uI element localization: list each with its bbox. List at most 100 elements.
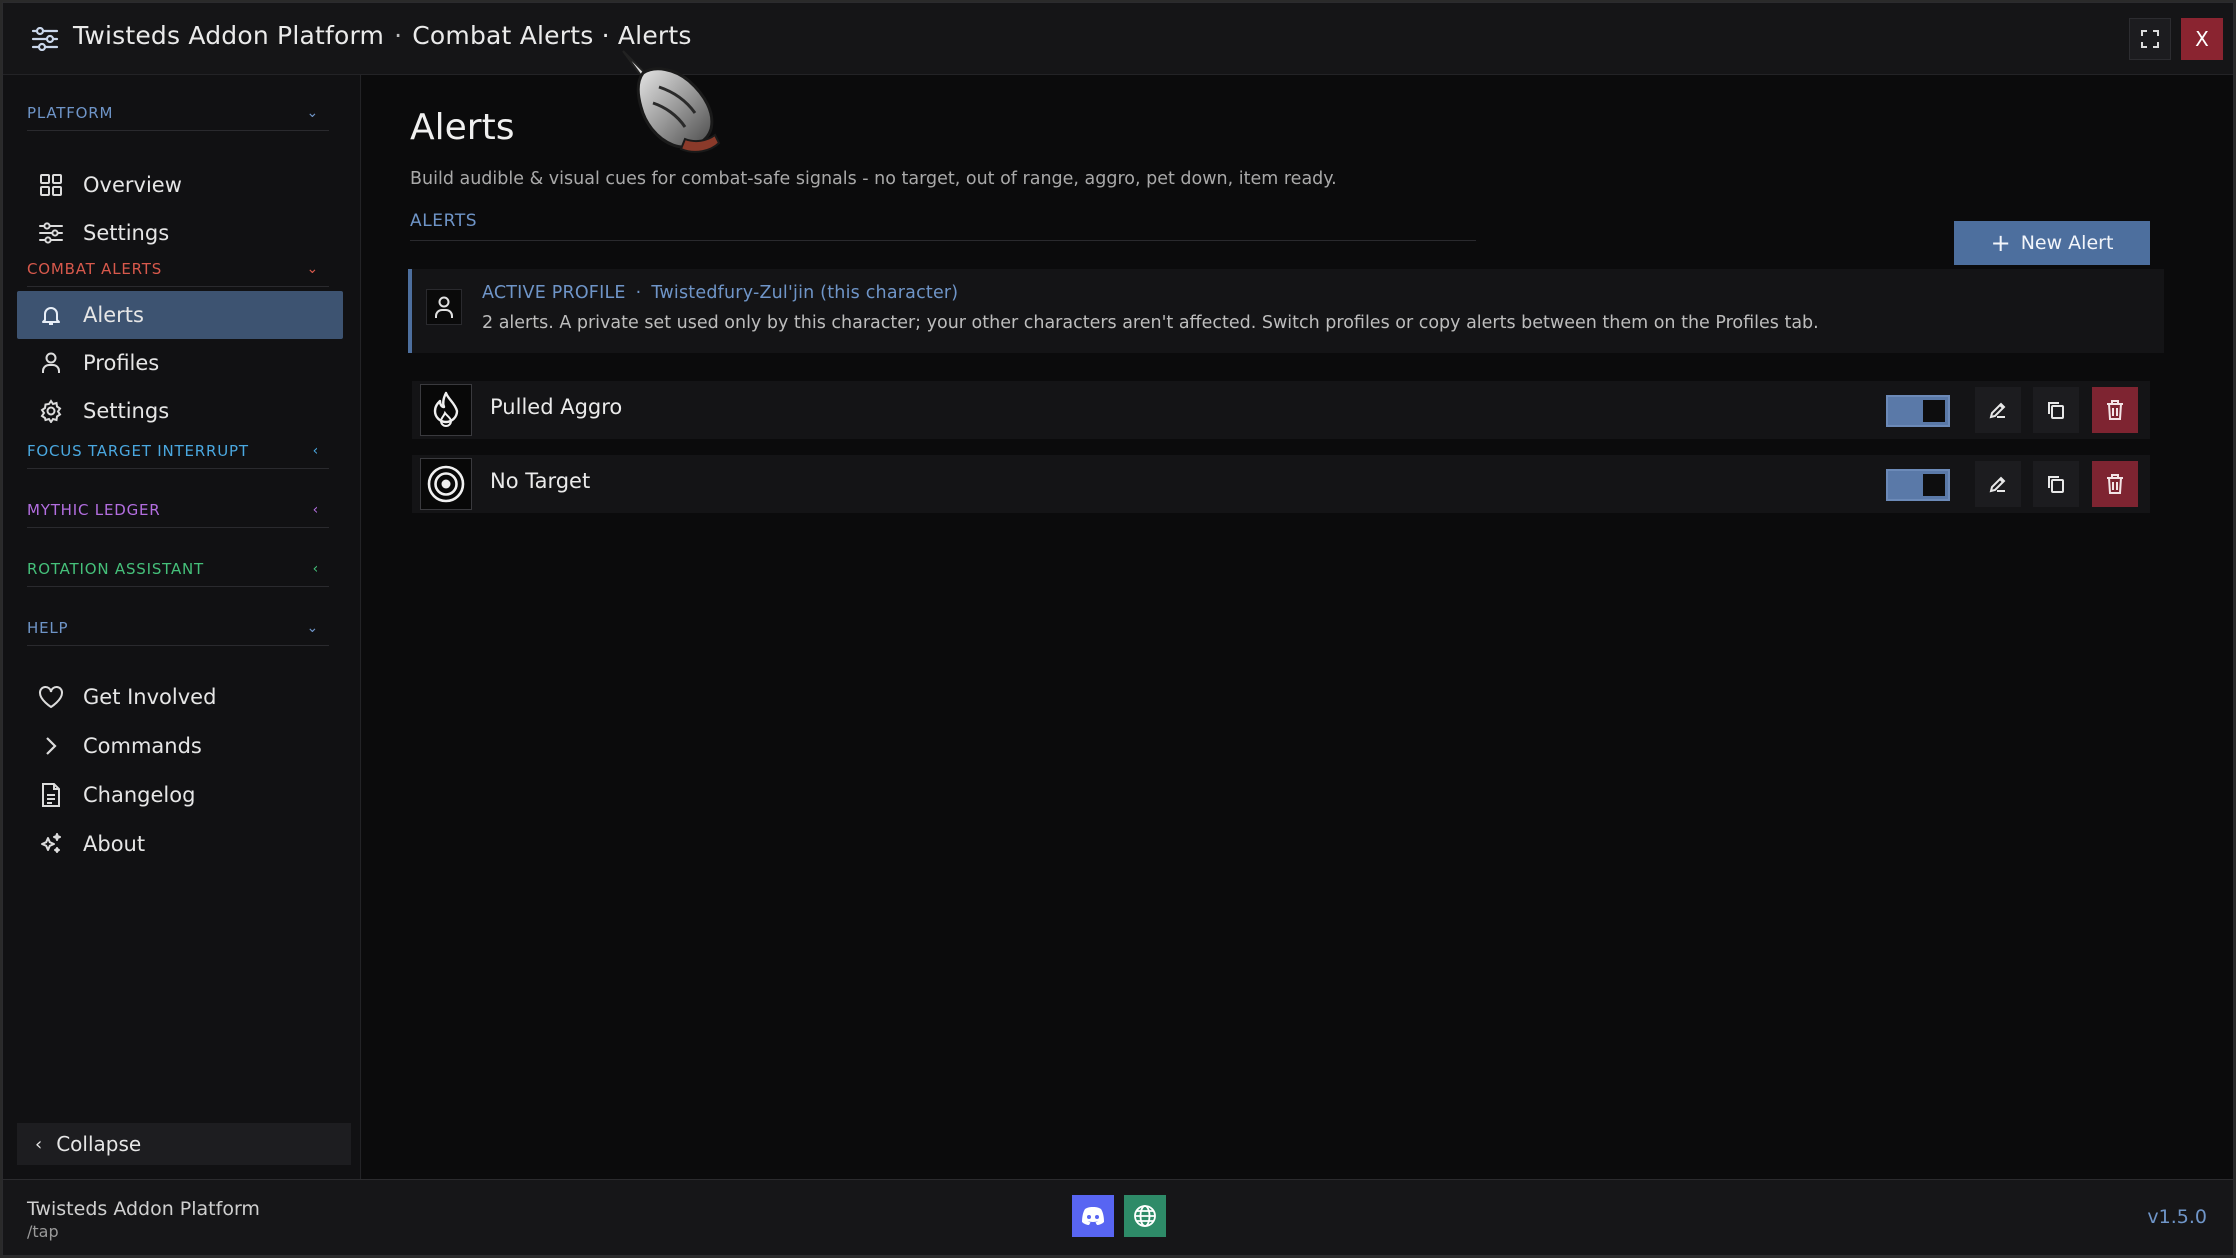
chevron-left-icon: ‹	[312, 501, 319, 518]
section-header-mythic-ledger[interactable]: MYTHIC LEDGER ‹	[27, 492, 329, 528]
globe-icon	[1134, 1205, 1156, 1227]
section-label: HELP	[27, 618, 69, 637]
discord-icon	[1082, 1207, 1104, 1225]
window-title: Twisteds Addon Platform · Combat Alerts · …	[73, 21, 692, 50]
section-header-rotation-assistant[interactable]: ROTATION ASSISTANT ‹	[27, 551, 329, 587]
section-label: FOCUS TARGET INTERRUPT	[27, 441, 249, 460]
sidebar-item-get-involved[interactable]: Get Involved	[17, 673, 343, 721]
close-button[interactable]: X	[2181, 18, 2223, 60]
active-profile-description: 2 alerts. A private set used only by thi…	[482, 313, 1819, 333]
edit-alert-button[interactable]	[1975, 461, 2021, 507]
chevron-left-icon: ‹	[312, 442, 319, 459]
grid-icon	[37, 171, 65, 199]
sidebar-item-label: Overview	[83, 173, 182, 197]
title-separator: ·	[394, 21, 403, 50]
footer-app-name: Twisteds Addon Platform	[27, 1198, 260, 1220]
sidebar-item-commands[interactable]: Commands	[17, 722, 343, 770]
chevron-down-icon: ⌄	[306, 260, 319, 277]
alert-enabled-toggle[interactable]	[1886, 395, 1950, 427]
maximize-button[interactable]	[2129, 18, 2171, 60]
copy-icon	[2048, 402, 2064, 419]
expand-icon	[2141, 30, 2159, 48]
title-bar: Twisteds Addon Platform · Combat Alerts · …	[3, 3, 2233, 75]
sidebar-item-about[interactable]: About	[17, 820, 343, 868]
version-label: v1.5.0	[2147, 1206, 2207, 1228]
delete-alert-button[interactable]	[2092, 461, 2138, 507]
sidebar-item-label: Alerts	[83, 303, 144, 327]
sidebar-item-label: Settings	[83, 221, 170, 245]
toggle-knob	[1923, 400, 1945, 422]
chevron-left-icon: ‹	[312, 560, 319, 577]
toggle-knob	[1923, 474, 1945, 496]
active-profile-name[interactable]: Twistedfury-Zul'jin (this character)	[651, 283, 958, 303]
sidebar-item-changelog[interactable]: Changelog	[17, 771, 343, 819]
profile-separator: ·	[635, 283, 642, 303]
trash-icon	[2107, 474, 2123, 494]
copy-icon	[2048, 476, 2064, 493]
duplicate-alert-button[interactable]	[2033, 387, 2079, 433]
alert-name: Pulled Aggro	[490, 395, 623, 419]
sparkles-icon	[37, 830, 65, 858]
new-alert-button[interactable]: + New Alert	[1954, 221, 2150, 265]
sliders-icon[interactable]	[31, 27, 59, 51]
flame-icon	[420, 384, 472, 436]
sidebar-item-profiles[interactable]: Profiles	[17, 339, 343, 387]
sliders-icon	[37, 219, 65, 247]
sidebar-item-overview[interactable]: Overview	[17, 161, 343, 209]
section-label: COMBAT ALERTS	[27, 259, 163, 278]
alert-name: No Target	[490, 469, 591, 493]
sidebar-item-label: Profiles	[83, 351, 160, 375]
footer: Twisteds Addon Platform /tap v1.5.0	[3, 1179, 2233, 1255]
edit-alert-button[interactable]	[1975, 387, 2021, 433]
sidebar-item-label: Settings	[83, 399, 170, 423]
main-content: Alerts Build audible & visual cues for c…	[362, 75, 2233, 1179]
title-breadcrumb: Combat Alerts · Alerts	[412, 21, 692, 50]
document-icon	[37, 781, 65, 809]
gear-icon	[37, 397, 65, 425]
discord-button[interactable]	[1072, 1195, 1114, 1237]
alert-row[interactable]: Pulled Aggro	[412, 381, 2150, 439]
collapse-label: Collapse	[56, 1132, 142, 1156]
edit-icon	[1989, 476, 2006, 493]
section-label: ROTATION ASSISTANT	[27, 559, 204, 578]
chevron-down-icon: ⌄	[306, 619, 319, 636]
active-profile-label: ACTIVE PROFILE	[482, 283, 626, 303]
new-alert-label: New Alert	[2020, 232, 2114, 254]
section-header-platform[interactable]: PLATFORM ⌄	[27, 95, 329, 131]
section-header-help[interactable]: HELP ⌄	[27, 610, 329, 646]
alerts-section-label: ALERTS	[410, 211, 1476, 241]
title-app-name: Twisteds Addon Platform	[73, 21, 385, 50]
heart-icon	[37, 683, 65, 711]
sidebar-item-label: Changelog	[83, 783, 196, 807]
sidebar-item-label: Commands	[83, 734, 202, 758]
sidebar-item-platform-settings[interactable]: Settings	[17, 209, 343, 257]
section-label: MYTHIC LEDGER	[27, 500, 161, 519]
target-icon	[420, 458, 472, 510]
footer-command: /tap	[27, 1222, 59, 1241]
page-title: Alerts	[410, 107, 515, 148]
sidebar-item-alerts[interactable]: Alerts	[17, 291, 343, 339]
user-icon	[426, 289, 462, 325]
active-profile-banner: ACTIVE PROFILE · Twistedfury-Zul'jin (this…	[408, 269, 2164, 353]
alert-row[interactable]: No Target	[412, 455, 2150, 513]
section-header-combat-alerts[interactable]: COMBAT ALERTS ⌄	[27, 251, 329, 287]
plus-icon: +	[1990, 229, 2011, 257]
delete-alert-button[interactable]	[2092, 387, 2138, 433]
section-label: PLATFORM	[27, 103, 114, 122]
app-window: Twisteds Addon Platform · Combat Alerts · …	[2, 2, 2234, 1256]
section-header-focus-target-interrupt[interactable]: FOCUS TARGET INTERRUPT ‹	[27, 433, 329, 469]
collapse-button[interactable]: ‹ Collapse	[17, 1123, 351, 1165]
active-profile-heading: ACTIVE PROFILE · Twistedfury-Zul'jin (this…	[482, 283, 958, 303]
alert-enabled-toggle[interactable]	[1886, 469, 1950, 501]
chevron-left-icon: ‹	[35, 1133, 43, 1155]
sidebar-item-combat-settings[interactable]: Settings	[17, 387, 343, 435]
sidebar-item-label: About	[83, 832, 146, 856]
trash-icon	[2107, 400, 2123, 420]
user-icon	[37, 349, 65, 377]
sidebar: PLATFORM ⌄ Overview Settings COMBAT ALER…	[3, 75, 361, 1179]
duplicate-alert-button[interactable]	[2033, 461, 2079, 507]
website-button[interactable]	[1124, 1195, 1166, 1237]
gauntlet-cursor-icon	[622, 50, 721, 153]
bell-icon	[37, 301, 65, 329]
page-subtitle: Build audible & visual cues for combat-s…	[410, 169, 1337, 189]
